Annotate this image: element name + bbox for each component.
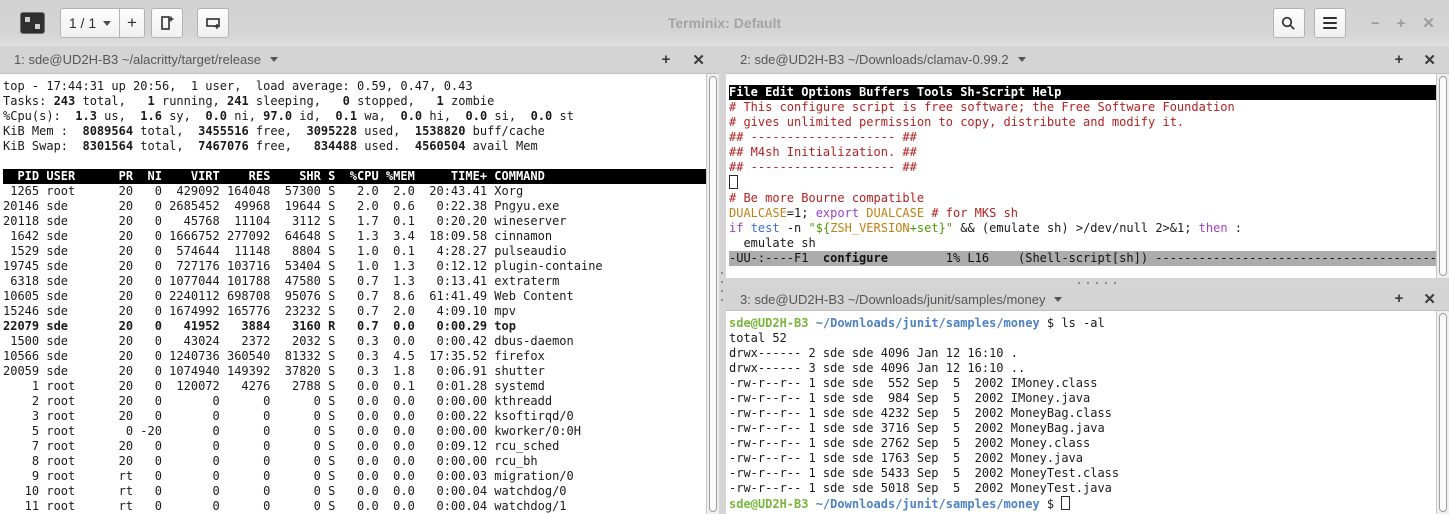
splitter-handle-icon <box>1078 282 1080 284</box>
close-button[interactable]: ✕ <box>1422 16 1435 31</box>
split-terminal-right-icon <box>158 14 176 32</box>
menu-button[interactable] <box>1314 8 1346 38</box>
pane2-scrollbar-thumb[interactable] <box>1439 76 1447 276</box>
pane1-add-terminal-button[interactable]: + <box>662 51 671 69</box>
terminix-window: 1 / 1 + Terminix: Default <box>0 0 1449 514</box>
add-session-button[interactable]: + <box>120 8 145 38</box>
split-right-button[interactable] <box>151 8 183 38</box>
terminix-app-icon[interactable] <box>20 12 45 34</box>
chevron-down-icon <box>103 21 111 26</box>
pane2-title: 2: sde@UD2H-B3 ~/Downloads/clamav-0.99.2 <box>740 52 1009 67</box>
minimize-button[interactable]: − <box>1371 16 1380 31</box>
split-down-button[interactable] <box>197 8 229 38</box>
pane3-scrollbar-thumb[interactable] <box>1439 313 1447 512</box>
headerbar-right-controls: − + ✕ <box>1273 0 1439 46</box>
pane1-titlebar[interactable]: 1: sde@UD2H-B3 ~/alacritty/target/releas… <box>0 46 719 74</box>
search-button[interactable] <box>1273 8 1305 38</box>
horizontal-splitter[interactable] <box>726 278 1449 288</box>
split-terminal-down-icon <box>204 14 222 32</box>
session-selector-button[interactable]: 1 / 1 <box>60 8 120 38</box>
hamburger-menu-icon <box>1323 17 1337 29</box>
session-button-group: 1 / 1 + <box>60 8 145 38</box>
search-icon <box>1280 15 1297 32</box>
pane2-titlebar[interactable]: 2: sde@UD2H-B3 ~/Downloads/clamav-0.99.2… <box>726 46 1449 74</box>
splitter-handle-icon <box>721 272 723 274</box>
window-title: Terminix: Default <box>668 0 781 46</box>
vertical-splitter[interactable] <box>719 46 726 514</box>
pane1-chevron-down-icon <box>270 57 278 62</box>
maximize-button[interactable]: + <box>1397 16 1406 31</box>
pane2-add-terminal-button[interactable]: + <box>1395 51 1404 69</box>
headerbar: 1 / 1 + Terminix: Default <box>0 0 1449 47</box>
pane2-chevron-down-icon <box>1018 57 1026 62</box>
pane1-title: 1: sde@UD2H-B3 ~/alacritty/target/releas… <box>14 52 261 67</box>
window-controls: − + ✕ <box>1371 16 1435 31</box>
pane3-chevron-down-icon <box>1054 297 1062 302</box>
pane1-scrollbar[interactable] <box>706 74 719 514</box>
pane2-terminal-screen[interactable]: File Edit Options Buffers Tools Sh-Scrip… <box>726 74 1439 289</box>
pane3-titlebar[interactable]: 3: sde@UD2H-B3 ~/Downloads/junit/samples… <box>726 288 1449 311</box>
pane3-terminal-screen[interactable]: sde@UD2H-B3 ~/Downloads/junit/samples/mo… <box>726 311 1439 514</box>
session-count-label: 1 / 1 <box>69 15 96 31</box>
pane3-title: 3: sde@UD2H-B3 ~/Downloads/junit/samples… <box>740 292 1045 307</box>
pane2-scrollbar[interactable] <box>1436 74 1449 278</box>
pane1-scrollbar-thumb[interactable] <box>709 76 717 512</box>
pane1-terminal-screen[interactable]: top - 17:44:31 up 20:56, 1 user, load av… <box>0 74 709 514</box>
pane2-close-terminal-button[interactable]: ✕ <box>1423 51 1436 69</box>
pane3-scrollbar[interactable] <box>1436 311 1449 514</box>
pane3-add-terminal-button[interactable]: + <box>1395 290 1404 308</box>
pane3-close-terminal-button[interactable]: ✕ <box>1423 290 1436 308</box>
pane1-close-terminal-button[interactable]: ✕ <box>692 51 705 69</box>
